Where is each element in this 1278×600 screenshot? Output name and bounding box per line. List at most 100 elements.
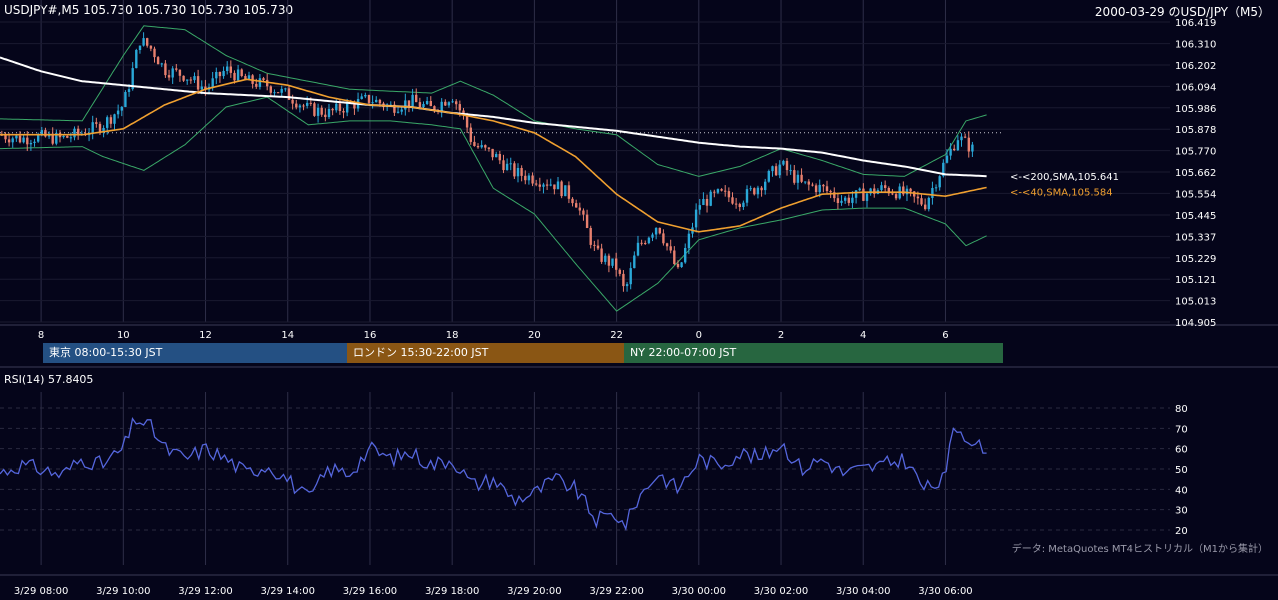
candle-up <box>215 72 218 79</box>
candle-down <box>545 184 549 186</box>
candle-down <box>673 250 676 264</box>
price-time-axis-label: 12 <box>199 330 212 341</box>
candle-up <box>91 122 94 134</box>
candle-down <box>644 243 647 244</box>
price-axis-label: 106.202 <box>1175 61 1216 72</box>
candle-down <box>77 128 80 134</box>
candle-down <box>313 103 316 116</box>
candle-down <box>109 117 113 124</box>
candle-down <box>727 191 731 198</box>
candle-up <box>956 140 960 151</box>
candle-down <box>582 210 585 215</box>
candle-up <box>680 262 683 267</box>
candle-up <box>542 184 545 187</box>
rsi-time-axis-label: 3/30 00:00 <box>672 586 726 597</box>
candle-down <box>18 135 22 143</box>
price-axis-label: 104.905 <box>1175 318 1216 329</box>
rsi-axis-label: 80 <box>1175 404 1188 415</box>
candle-up <box>116 110 120 115</box>
candle-down <box>731 197 734 204</box>
rsi-time-axis-label: 3/29 22:00 <box>589 586 643 597</box>
candle-up <box>516 168 520 177</box>
candle-down <box>229 66 232 73</box>
candle-up <box>127 89 131 92</box>
candle-down <box>484 145 487 148</box>
price-axis-label: 106.310 <box>1175 40 1216 51</box>
candle-down <box>156 57 160 65</box>
price-axis-label: 105.013 <box>1175 297 1216 308</box>
candle-down <box>146 38 149 46</box>
sma200-label: <-<200,SMA,105.641 <box>1010 172 1119 183</box>
candle-up <box>851 197 854 203</box>
candle-up <box>211 78 214 87</box>
candle-down <box>149 45 153 49</box>
candle-down <box>567 185 571 199</box>
candle-down <box>153 48 156 58</box>
candle-down <box>665 243 669 247</box>
candle-up <box>647 237 651 244</box>
candle-up <box>698 205 701 210</box>
candle-down <box>4 135 7 140</box>
candle-up <box>200 86 203 90</box>
candle-up <box>771 166 774 172</box>
candle-down <box>469 127 472 142</box>
candle-down <box>269 86 272 93</box>
candle-down <box>342 111 345 113</box>
candle-down <box>902 186 905 195</box>
candle-up <box>316 107 320 116</box>
candle-down <box>531 175 534 184</box>
candle-down <box>182 75 185 81</box>
candle-up <box>654 227 658 235</box>
candle-down <box>44 130 47 137</box>
candle-down <box>894 194 898 199</box>
candle-down <box>553 184 556 190</box>
candle-down <box>473 141 476 146</box>
candle-down <box>378 99 382 104</box>
candle-down <box>753 188 756 195</box>
candle-up <box>258 78 262 87</box>
candle-down <box>822 184 825 187</box>
candle-down <box>26 137 29 145</box>
rsi-axis-label: 40 <box>1175 485 1188 496</box>
candle-up <box>106 117 109 128</box>
candle-up <box>447 102 451 106</box>
candle-up <box>945 155 949 163</box>
candle-up <box>120 106 123 111</box>
candle-down <box>520 168 523 176</box>
candle-down <box>873 188 876 194</box>
candle-down <box>444 101 447 106</box>
candle-up <box>756 187 760 195</box>
sma200-line <box>0 56 987 178</box>
candle-down <box>535 183 538 185</box>
candle-up <box>564 185 567 197</box>
candle-up <box>400 109 403 112</box>
candle-up <box>69 137 73 139</box>
candle-down <box>324 114 327 117</box>
candle-up <box>327 108 331 117</box>
candle-down <box>785 160 789 171</box>
candle-down <box>302 105 305 107</box>
rsi-axis-label: 20 <box>1175 526 1188 537</box>
candle-down <box>953 148 956 151</box>
candle-up <box>694 209 698 228</box>
candle-down <box>418 102 422 108</box>
candle-up <box>931 188 934 198</box>
rsi-axis-label: 50 <box>1175 465 1188 476</box>
candle-down <box>175 68 178 70</box>
candle-down <box>458 104 461 111</box>
price-axis-label: 105.121 <box>1175 275 1216 286</box>
price-axis-label: 105.554 <box>1175 189 1216 200</box>
candle-up <box>745 189 749 203</box>
candle-down <box>487 147 491 149</box>
candle-up <box>611 258 614 266</box>
candle-up <box>186 79 189 81</box>
candle-down <box>240 69 243 76</box>
candle-up <box>854 190 858 198</box>
candle-up <box>226 66 229 71</box>
candle-down <box>502 160 505 171</box>
candle-up <box>905 188 909 195</box>
candle-up <box>844 197 847 201</box>
candle-down <box>291 99 294 104</box>
candle-up <box>604 255 607 262</box>
candle-up <box>858 188 861 191</box>
